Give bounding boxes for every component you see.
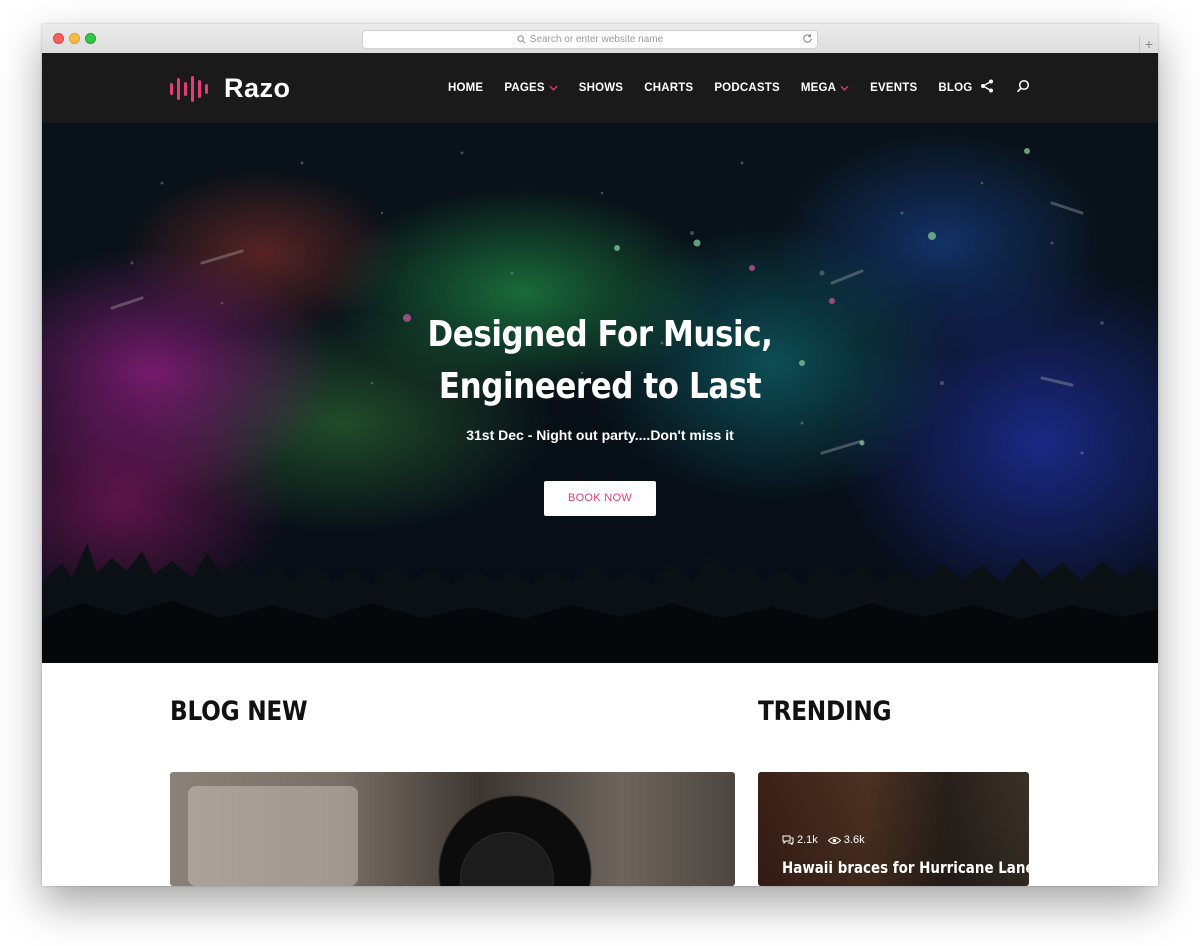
address-placeholder: Search or enter website name xyxy=(529,34,664,45)
nav-home[interactable]: HOME xyxy=(448,82,483,94)
hero-banner: Designed For Music, Engineered to Last 3… xyxy=(42,123,1158,663)
blog-post-card[interactable] xyxy=(170,772,735,886)
logo-text: Razo xyxy=(224,73,291,103)
nav-label: HOME xyxy=(448,82,484,94)
zoom-window-button[interactable] xyxy=(85,33,96,44)
nav-label: CHARTS xyxy=(644,82,694,94)
nav-label: PODCASTS xyxy=(714,82,780,94)
nav-label: SHOWS xyxy=(578,82,624,94)
vinyl-record-image xyxy=(460,832,554,886)
site-logo[interactable]: Razo xyxy=(170,73,291,104)
share-icon[interactable] xyxy=(980,79,994,93)
reload-icon[interactable] xyxy=(802,33,813,44)
nav-label: BLOG xyxy=(938,82,973,94)
trending-section-title: TRENDING xyxy=(758,696,892,727)
nav-label: EVENTS xyxy=(870,82,918,94)
hero-title-line-2: Engineered to Last xyxy=(438,366,762,407)
nav-shows[interactable]: SHOWS xyxy=(579,82,623,94)
browser-window: Search or enter website name + Razo HOME… xyxy=(42,24,1158,886)
new-tab-button[interactable]: + xyxy=(1139,36,1158,53)
soundwave-logo-icon xyxy=(170,75,212,103)
chevron-down-icon xyxy=(840,85,849,91)
laptop-image xyxy=(188,786,358,886)
header-actions xyxy=(980,79,1052,93)
book-now-button[interactable]: BOOK NOW xyxy=(544,481,656,516)
search-icon xyxy=(517,35,526,44)
main-nav: HOME PAGES SHOWS CHARTS PODCASTS MEGA EV… xyxy=(448,53,993,123)
nav-mega[interactable]: MEGA xyxy=(801,82,849,94)
trending-post-card[interactable]: 2.1k 3.6k Hawaii braces for Hurricane La… xyxy=(758,772,1029,886)
comment-count-value: 2.1k xyxy=(797,834,818,846)
eye-icon xyxy=(827,836,841,844)
hero-subtitle: 31st Dec - Night out party....Don't miss… xyxy=(466,427,734,443)
nav-label: MEGA xyxy=(800,82,837,94)
chevron-down-icon xyxy=(549,85,558,91)
browser-toolbar: Search or enter website name + xyxy=(42,24,1158,54)
close-window-button[interactable] xyxy=(53,33,64,44)
nav-events[interactable]: EVENTS xyxy=(870,82,917,94)
nav-label: PAGES xyxy=(504,82,545,94)
comments-icon xyxy=(782,835,794,845)
post-stats: 2.1k 3.6k xyxy=(782,834,875,846)
nav-blog[interactable]: BLOG xyxy=(938,82,972,94)
crowd-silhouette-image xyxy=(42,543,1158,663)
nav-pages[interactable]: PAGES xyxy=(504,82,558,94)
minimize-window-button[interactable] xyxy=(69,33,80,44)
hero-title: Designed For Music, Engineered to Last xyxy=(120,309,1080,413)
hero-title-line-1: Designed For Music, xyxy=(427,314,773,355)
comment-count: 2.1k xyxy=(782,834,818,846)
view-count-value: 3.6k xyxy=(843,834,865,846)
trending-post-title[interactable]: Hawaii braces for Hurricane Lane xyxy=(782,858,1029,877)
site-header: Razo HOME PAGES SHOWS CHARTS PODCASTS ME… xyxy=(42,53,1158,123)
hero-content: Designed For Music, Engineered to Last 3… xyxy=(42,309,1158,516)
address-bar[interactable]: Search or enter website name xyxy=(362,30,818,49)
view-count: 3.6k xyxy=(827,834,865,846)
nav-podcasts[interactable]: PODCASTS xyxy=(714,82,780,94)
nav-charts[interactable]: CHARTS xyxy=(644,82,693,94)
search-icon[interactable] xyxy=(1016,79,1030,93)
blog-section-title: BLOG NEW xyxy=(170,696,308,727)
